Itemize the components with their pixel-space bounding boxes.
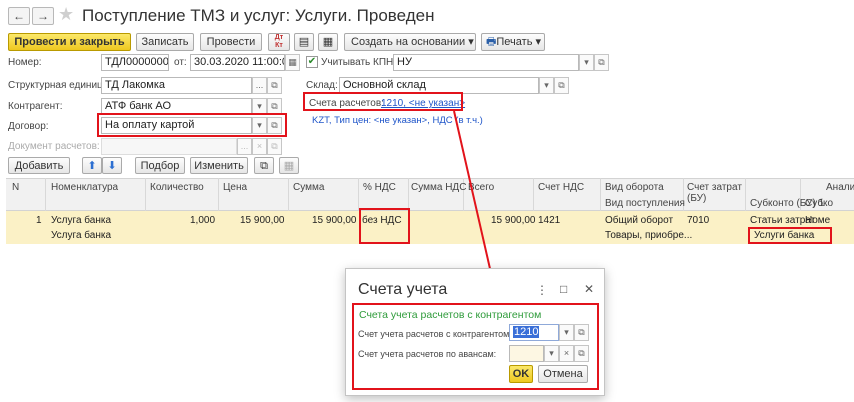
advance-account-field[interactable] xyxy=(509,345,544,362)
col-vat-account[interactable]: Счет НДС xyxy=(538,182,584,193)
row-price[interactable]: 15 900,00 xyxy=(240,215,285,226)
post-and-close-button[interactable]: Провести и закрыть xyxy=(8,33,131,51)
structure-icon-button[interactable]: ▦ xyxy=(318,33,338,51)
row-receipt-type[interactable]: Товары, приобре... xyxy=(605,230,692,241)
highlight-subconto xyxy=(748,227,832,244)
contract-label: Договор: xyxy=(8,121,49,132)
clear-icon[interactable]: × xyxy=(252,138,267,155)
create-based-on-button[interactable]: Создать на основании ▾ xyxy=(344,33,476,51)
col-turnover[interactable]: Вид оборота xyxy=(605,182,664,193)
menu-icon[interactable]: ⋮ xyxy=(536,283,548,297)
row-number: 1 xyxy=(36,215,42,226)
kpn-checkbox[interactable]: ✔ xyxy=(306,56,318,68)
number-label: Номер: xyxy=(8,57,42,68)
chevron-down-icon[interactable]: ▾ xyxy=(539,77,554,94)
accounts-dialog: Счета учета ⋮ □ ✕ Счета учета расчетов с… xyxy=(345,268,605,396)
hierarchy-icon: ▦ xyxy=(322,36,334,48)
row-item-content[interactable]: Услуга банка xyxy=(51,230,111,241)
open-icon[interactable]: ⧉ xyxy=(594,54,609,71)
copy-icon[interactable]: ⧉ xyxy=(254,157,274,174)
report-icon-button[interactable]: ▤ xyxy=(294,33,314,51)
unit-label: Структурная единица: xyxy=(8,80,112,91)
col-qty[interactable]: Количество xyxy=(150,182,204,193)
chevron-down-icon[interactable]: ▾ xyxy=(579,54,594,71)
col-price[interactable]: Цена xyxy=(223,182,247,193)
post-button[interactable]: Провести xyxy=(200,33,262,51)
printer-icon: 🖶 xyxy=(486,36,497,48)
date-label: от: xyxy=(174,57,187,68)
chevron-down-icon: ▾ xyxy=(535,36,542,48)
open-icon[interactable]: ⧉ xyxy=(574,324,589,341)
open-icon[interactable]: ⧉ xyxy=(267,77,282,94)
pick-button[interactable]: Подбор xyxy=(135,157,185,174)
col-vat-sum[interactable]: Сумма НДС xyxy=(411,182,466,193)
chevron-down-icon[interactable]: ▾ xyxy=(544,345,559,362)
col-analytics[interactable]: Аналит xyxy=(826,182,854,193)
clear-icon[interactable]: × xyxy=(559,345,574,362)
favorite-star-icon[interactable]: ★ xyxy=(58,4,74,25)
number-field[interactable]: ТДЛ00000001 xyxy=(101,54,169,71)
forward-button[interactable]: → xyxy=(32,7,54,25)
row-item[interactable]: Услуга банка xyxy=(51,215,111,226)
move-up-icon[interactable]: ⬆ xyxy=(82,157,102,174)
move-down-icon[interactable]: ⬇ xyxy=(102,157,122,174)
print-button[interactable]: 🖶Печать ▾ xyxy=(481,33,545,51)
settlement-document-field[interactable] xyxy=(101,138,237,155)
section-title: Счета учета расчетов с контрагентом xyxy=(359,309,542,321)
col-total[interactable]: Всего xyxy=(468,182,494,193)
date-field[interactable]: 30.03.2020 11:00:00 xyxy=(190,54,285,71)
open-icon[interactable]: ⧉ xyxy=(554,77,569,94)
row-total[interactable]: 15 900,00 xyxy=(491,215,536,226)
col-cost-account[interactable]: Счет затрат (БУ) xyxy=(687,182,743,204)
open-icon[interactable]: ⧉ xyxy=(574,345,589,362)
page-title: Поступление ТМЗ и услуг: Услуги. Проведе… xyxy=(82,6,435,25)
col-subconto2[interactable]: Субко xyxy=(805,198,833,209)
change-button[interactable]: Изменить xyxy=(190,157,248,174)
col-receipt-type[interactable]: Вид поступления xyxy=(605,198,685,209)
add-row-button[interactable]: Добавить xyxy=(8,157,70,174)
row-vat-account[interactable]: 1421 xyxy=(538,215,560,226)
settlement-document-label: Документ расчетов: xyxy=(8,141,100,152)
choose-button[interactable]: ... xyxy=(237,138,252,155)
ok-button[interactable]: OK xyxy=(509,365,533,383)
advance-account-label: Счет учета расчетов по авансам: xyxy=(358,349,497,359)
kpn-label: Учитывать КПН xyxy=(321,57,394,68)
maximize-icon[interactable]: □ xyxy=(560,282,567,296)
kpn-select[interactable]: НУ xyxy=(393,54,579,71)
back-button[interactable]: ← xyxy=(8,7,30,25)
open-icon[interactable]: ⧉ xyxy=(267,138,282,155)
col-item[interactable]: Номенклатура xyxy=(51,182,118,193)
table-row[interactable] xyxy=(6,211,854,244)
row-qty[interactable]: 1,000 xyxy=(190,215,215,226)
dialog-title: Счета учета xyxy=(358,281,448,298)
calendar-icon[interactable]: ▦ xyxy=(285,54,300,71)
choose-button[interactable]: ... xyxy=(252,77,267,94)
row-subconto2[interactable]: Номе xyxy=(805,215,830,226)
row-turnover[interactable]: Общий оборот xyxy=(605,215,673,226)
highlight-vat-rate xyxy=(359,208,410,244)
close-icon[interactable]: ✕ xyxy=(584,282,594,296)
row-sum[interactable]: 15 900,00 xyxy=(312,215,357,226)
counterparty-account-label: Счет учета расчетов с контрагентом: xyxy=(358,329,512,339)
row-cost-account[interactable]: 7010 xyxy=(687,215,709,226)
counterparty-label: Контрагент: xyxy=(8,101,63,112)
highlight-contract xyxy=(97,113,287,137)
dt-kt-icon[interactable]: Дт Кт xyxy=(268,33,290,51)
delete-icon[interactable]: ▦ xyxy=(279,157,299,174)
col-sum[interactable]: Сумма xyxy=(293,182,324,193)
warehouse-label: Склад: xyxy=(306,80,338,91)
unit-field[interactable]: ТД Лакомка xyxy=(101,77,252,94)
highlight-settlement-accounts xyxy=(303,92,463,111)
col-n[interactable]: N xyxy=(12,182,19,193)
counterparty-account-field[interactable]: 1210 xyxy=(509,324,559,341)
cancel-button[interactable]: Отмена xyxy=(538,365,588,383)
document-icon: ▤ xyxy=(298,36,310,48)
save-button[interactable]: Записать xyxy=(136,33,194,51)
currency-price-link[interactable]: KZT, Тип цен: <не указан>, НДС (в т.ч.) xyxy=(312,115,483,126)
chevron-down-icon[interactable]: ▾ xyxy=(559,324,574,341)
chevron-down-icon: ▾ xyxy=(468,36,474,48)
col-vat-rate[interactable]: % НДС xyxy=(363,182,396,193)
